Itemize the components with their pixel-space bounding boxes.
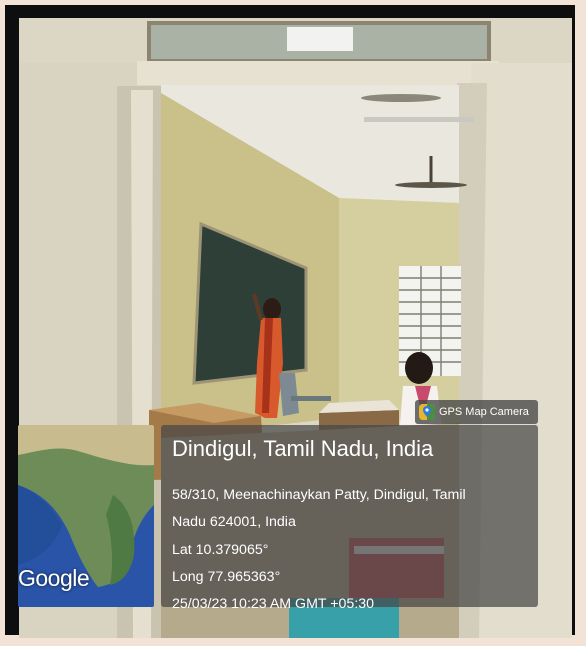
latitude-text: Lat 10.379065° xyxy=(172,542,269,558)
map-pin-icon xyxy=(419,404,435,420)
longitude-text: Long 77.965363° xyxy=(172,569,281,585)
badge-label: GPS Map Camera xyxy=(439,406,529,418)
place-name: Dindigul, Tamil Nadu, India xyxy=(172,436,434,461)
google-logo: Google xyxy=(18,565,90,591)
location-minimap: Google xyxy=(18,425,154,607)
address-line-1: 58/310, Meenachinaykan Patty, Dindigul, … xyxy=(172,487,466,503)
address-line-2: Nadu 624001, India xyxy=(172,514,296,530)
timestamp-text: 25/03/23 10:23 AM GMT +05:30 xyxy=(172,596,375,612)
gps-map-camera-badge: GPS Map Camera xyxy=(415,400,538,424)
